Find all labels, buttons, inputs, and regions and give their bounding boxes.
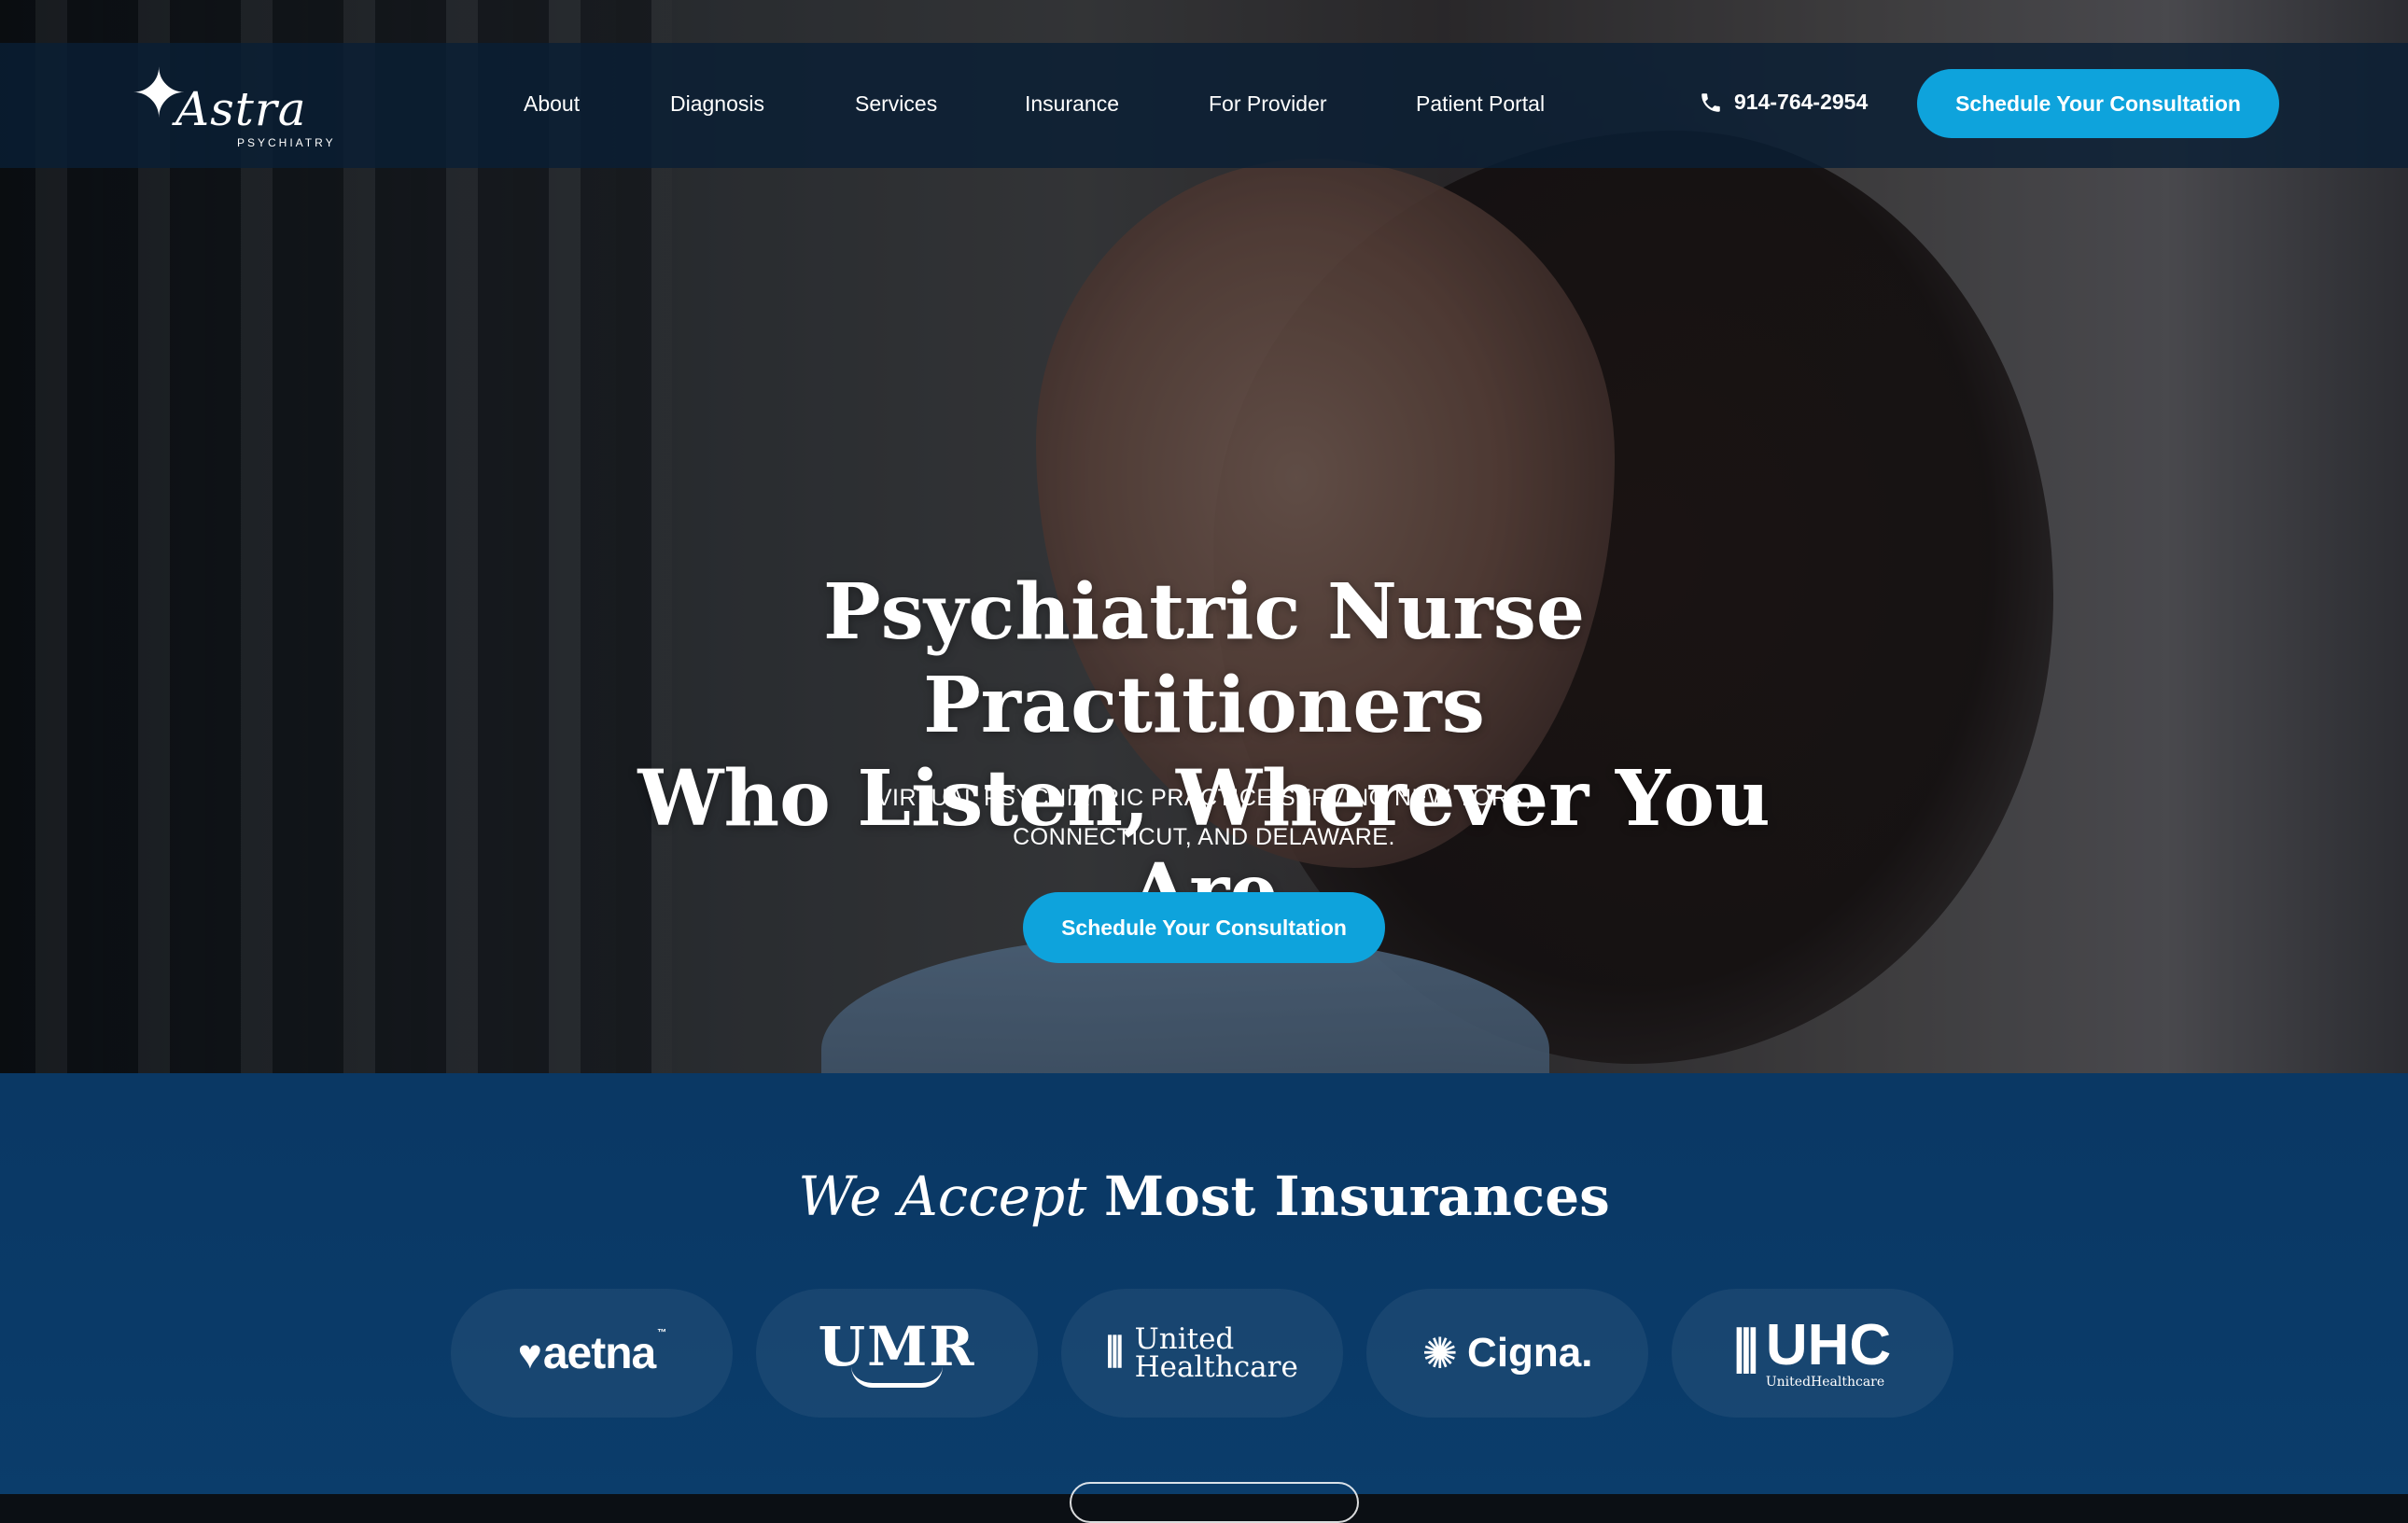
united-healthcare-line-2: Healthcare bbox=[1134, 1350, 1298, 1384]
logo-wordmark: Astra bbox=[175, 82, 307, 136]
nav-item-insurance[interactable]: Insurance bbox=[1025, 91, 1119, 117]
hero-headline: Psychiatric Nurse Practitioners Who List… bbox=[551, 566, 1857, 939]
umr-swoosh-icon bbox=[850, 1366, 943, 1388]
insurance-logo-umr: UMR bbox=[756, 1289, 1038, 1418]
hero-headline-line-1: Psychiatric Nurse Practitioners bbox=[822, 567, 1586, 750]
partial-button-below-fold[interactable] bbox=[1070, 1482, 1359, 1523]
insurance-title: We Accept Most Insurances bbox=[0, 1165, 2408, 1228]
umr-wordmark: UMR bbox=[818, 1314, 976, 1378]
logo-subtitle: PSYCHIATRY bbox=[237, 136, 336, 149]
tree-icon: ✺ bbox=[1421, 1329, 1459, 1377]
site-logo[interactable]: ✦ Astra PSYCHIATRY bbox=[131, 60, 333, 153]
shield-icon: ⫴ bbox=[1106, 1330, 1124, 1376]
hero-subtitle: VIRTUAL PSYCHIATRIC PRACTICE SERVING NEW… bbox=[840, 778, 1568, 857]
insurance-logo-cigna: ✺ Cigna. bbox=[1366, 1289, 1648, 1418]
insurance-title-italic: We Accept bbox=[798, 1165, 1087, 1228]
nav-item-patient-portal[interactable]: Patient Portal bbox=[1416, 91, 1545, 117]
insurance-title-bold: Most Insurances bbox=[1103, 1165, 1610, 1228]
insurance-logo-united-healthcare: ⫴ United Healthcare bbox=[1061, 1289, 1343, 1418]
cigna-wordmark: Cigna. bbox=[1467, 1330, 1593, 1376]
phone-icon bbox=[1701, 92, 1720, 112]
nav-item-about[interactable]: About bbox=[524, 91, 580, 117]
phone-number: 914-764-2954 bbox=[1734, 90, 1869, 114]
insurance-logo-aetna: ♥aetna ™ bbox=[451, 1289, 733, 1418]
uhc-wordmark: UHC bbox=[1765, 1313, 1892, 1377]
header-schedule-button[interactable]: Schedule Your Consultation bbox=[1917, 69, 2279, 138]
header-phone[interactable]: 914-764-2954 bbox=[1699, 90, 1868, 115]
uhc-subtitle: UnitedHealthcare bbox=[1765, 1375, 1885, 1390]
insurance-logo-uhc: ⫴ UHC UnitedHealthcare bbox=[1672, 1289, 1953, 1418]
united-healthcare-line-1: United bbox=[1134, 1322, 1235, 1356]
nav-item-for-provider[interactable]: For Provider bbox=[1209, 91, 1327, 117]
aetna-wordmark: aetna bbox=[542, 1328, 656, 1378]
hero-subtitle-line-2: CONNECTICUT, AND DELAWARE. bbox=[1013, 824, 1395, 850]
uhc-shield-icon: ⫴ bbox=[1733, 1320, 1758, 1385]
hero-schedule-button[interactable]: Schedule Your Consultation bbox=[1023, 892, 1385, 963]
insurance-section bbox=[0, 1073, 2408, 1494]
heart-icon: ♥ bbox=[517, 1331, 542, 1377]
nav-item-services[interactable]: Services bbox=[855, 91, 937, 117]
hero-subtitle-line-1: VIRTUAL PSYCHIATRIC PRACTICE SERVING NEW… bbox=[875, 785, 1533, 811]
nav-item-diagnosis[interactable]: Diagnosis bbox=[670, 91, 764, 117]
